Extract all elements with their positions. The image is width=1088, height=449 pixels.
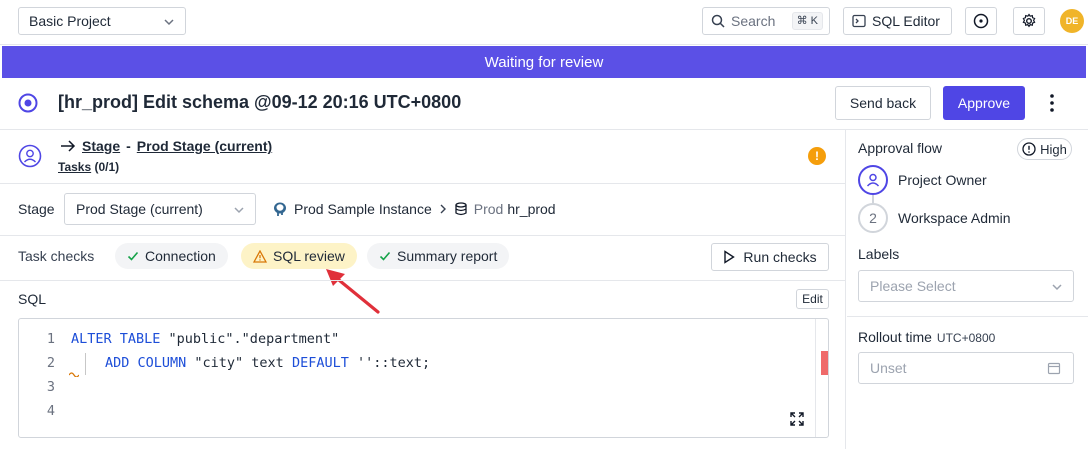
approval-step-2: 2	[858, 203, 888, 233]
database-icon	[455, 202, 467, 216]
status-banner: Waiting for review	[2, 46, 1086, 78]
instance-name[interactable]: Prod Sample Instance	[294, 201, 432, 217]
check-connection[interactable]: Connection	[115, 243, 228, 269]
project-select-value: Basic Project	[29, 13, 111, 29]
alert-circle-icon	[1022, 142, 1036, 156]
user-circle-icon	[18, 144, 42, 168]
code-line: ALTER TABLE "public"."department"	[71, 331, 339, 347]
quickstart-button[interactable]	[965, 7, 997, 35]
search-shortcut: ⌘ K	[791, 12, 823, 30]
check-icon	[127, 251, 139, 261]
risk-badge: High	[1017, 138, 1072, 160]
sql-text: "public"."department"	[160, 331, 340, 347]
run-checks-button[interactable]: Run checks	[711, 243, 829, 271]
stage-name-link[interactable]: Prod Stage (current)	[137, 138, 272, 154]
check-icon	[379, 251, 391, 261]
approval-step-label: Workspace Admin	[898, 210, 1011, 226]
labels-title: Labels	[858, 246, 900, 262]
stage-prefix: Stage	[82, 138, 121, 154]
chevron-down-icon	[1052, 284, 1062, 291]
database-name[interactable]: hr_prod	[507, 201, 555, 217]
database-breadcrumb: Prod Sample Instance Prod hr_prod	[272, 201, 556, 217]
risk-label: High	[1040, 141, 1067, 157]
terminal-icon	[852, 14, 866, 28]
check-label: SQL review	[273, 248, 345, 264]
play-icon	[724, 250, 736, 264]
chevron-down-icon	[234, 207, 244, 214]
divider	[0, 280, 846, 281]
check-label: Connection	[145, 248, 216, 264]
rollout-time-picker[interactable]: Unset	[858, 352, 1074, 384]
user-icon	[866, 173, 880, 187]
search-input[interactable]: Search ⌘ K	[702, 7, 830, 35]
chevron-right-icon	[440, 204, 446, 214]
approval-flow-title: Approval flow	[858, 140, 943, 156]
tasks-link[interactable]: Tasks (0/1)	[58, 160, 119, 174]
stage-label: Stage	[18, 201, 55, 217]
editor-scrollbar[interactable]	[815, 319, 829, 437]
task-checks-label: Task checks	[18, 248, 95, 264]
project-select[interactable]: Basic Project	[18, 7, 186, 35]
line-number: 3	[46, 379, 55, 395]
settings-button[interactable]	[1013, 7, 1045, 35]
rollout-timezone: UTC+0800	[936, 331, 996, 345]
sql-editor[interactable]: 1 2 3 4 ALTER TABLE "public"."department…	[18, 318, 829, 438]
labels-placeholder: Please Select	[870, 278, 956, 294]
expand-icon[interactable]	[789, 411, 805, 427]
sql-keyword: DEFAULT	[291, 355, 349, 371]
warning-squiggle-icon	[69, 372, 79, 377]
tasks-label: Tasks	[58, 160, 92, 174]
warning-status-icon: !	[808, 147, 826, 165]
sql-editor-label: SQL Editor	[872, 13, 940, 29]
approve-button[interactable]: Approve	[943, 86, 1025, 120]
sql-label: SQL	[18, 291, 47, 307]
stage-dash: -	[126, 138, 131, 154]
rollout-placeholder: Unset	[870, 360, 907, 376]
labels-select[interactable]: Please Select	[858, 270, 1074, 302]
run-checks-label: Run checks	[743, 249, 817, 265]
sql-editor-button[interactable]: SQL Editor	[843, 7, 952, 35]
calendar-icon	[1047, 362, 1061, 375]
gear-icon	[1022, 13, 1036, 28]
rollout-title: Rollout time	[858, 329, 932, 345]
approval-step-1	[858, 165, 888, 195]
divider	[0, 183, 846, 184]
line-number: 1	[46, 331, 55, 347]
rollout-time-title: Rollout time UTC+0800	[858, 329, 995, 345]
stage-link-row[interactable]: Stage - Prod Stage (current)	[60, 138, 272, 154]
search-placeholder: Search	[731, 13, 776, 29]
approval-step-label: Project Owner	[898, 172, 987, 188]
avatar[interactable]: DE	[1060, 9, 1084, 33]
divider	[847, 316, 1088, 317]
line-number: 2	[46, 355, 55, 371]
stage-select-value: Prod Stage (current)	[76, 201, 203, 217]
check-label: Summary report	[397, 248, 498, 264]
send-back-button[interactable]: Send back	[835, 86, 931, 120]
postgres-icon	[274, 202, 286, 216]
sql-keyword: ADD COLUMN	[105, 355, 187, 371]
status-in-progress-icon	[18, 93, 38, 113]
line-number: 4	[46, 403, 55, 419]
sql-text: "city" text	[186, 355, 292, 371]
database-env: Prod	[473, 201, 504, 217]
annotation-arrow	[326, 269, 380, 314]
check-summary-report[interactable]: Summary report	[367, 243, 510, 269]
more-vertical-icon[interactable]	[1044, 92, 1060, 114]
code-line: ADD COLUMN "city" text DEFAULT ''::text;	[105, 355, 430, 371]
tasks-count: (0/1)	[94, 160, 120, 174]
indent-guide	[85, 353, 86, 375]
arrow-right-icon	[61, 140, 76, 152]
record-icon	[973, 13, 989, 29]
edit-sql-button[interactable]: Edit	[796, 289, 829, 309]
chevron-down-icon	[164, 19, 174, 26]
sql-text: ''::text;	[348, 355, 431, 371]
step-connector	[872, 195, 874, 203]
stage-select[interactable]: Prod Stage (current)	[64, 193, 256, 225]
sql-keyword: ALTER TABLE	[71, 331, 161, 347]
divider	[0, 235, 846, 236]
page-title: [hr_prod] Edit schema @09-12 20:16 UTC+0…	[58, 92, 462, 112]
search-icon	[711, 14, 725, 28]
error-marker	[821, 351, 828, 375]
warning-triangle-icon	[253, 249, 267, 263]
